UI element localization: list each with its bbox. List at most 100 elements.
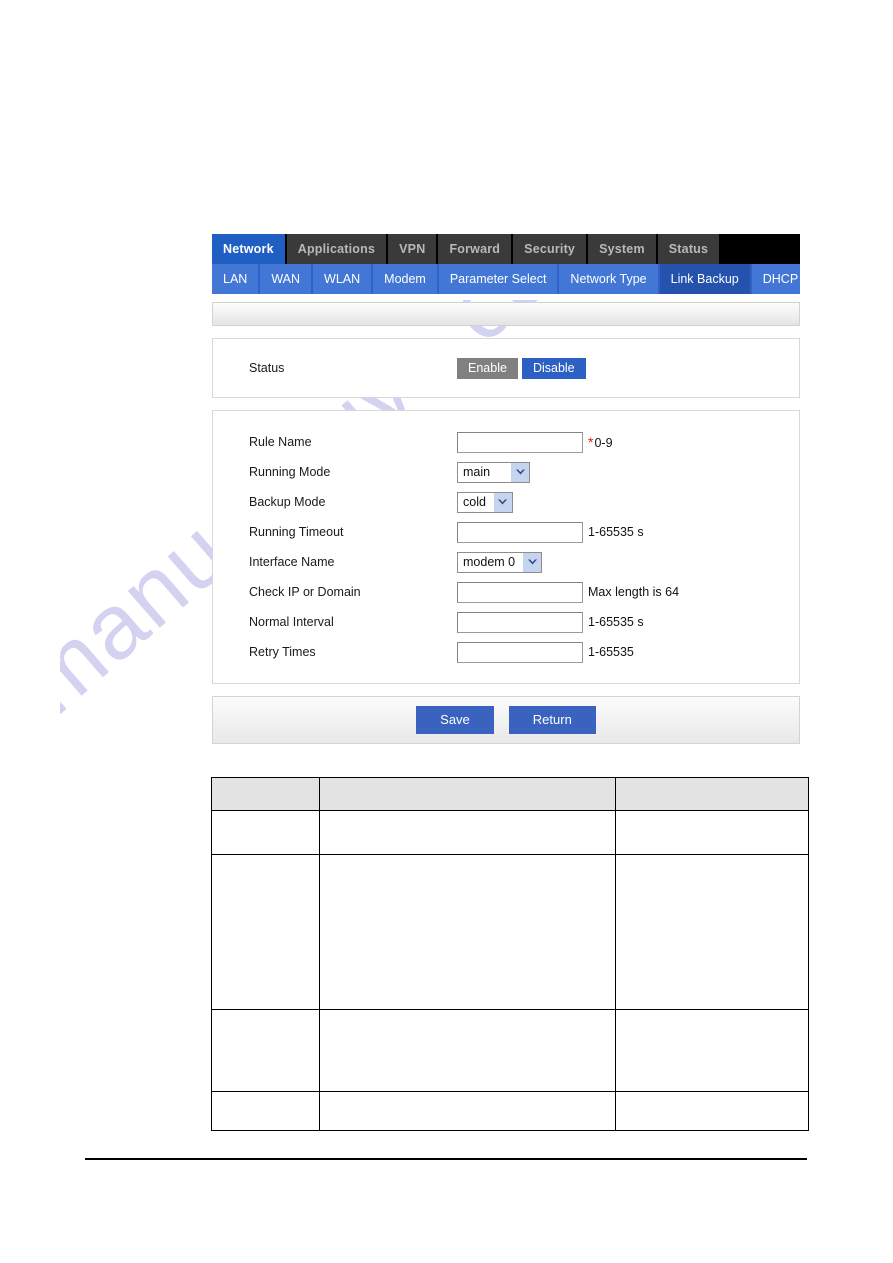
subtab-wlan-label: WLAN bbox=[324, 272, 361, 286]
subtab-network-type[interactable]: Network Type bbox=[559, 264, 660, 294]
backup-mode-label: Backup Mode bbox=[249, 495, 326, 509]
disable-button[interactable]: Disable bbox=[521, 357, 586, 379]
retry-times-row: Retry Times 1-65535 bbox=[213, 637, 799, 667]
table-row bbox=[210, 1091, 809, 1131]
rule-name-hint: *0-9 bbox=[588, 434, 613, 450]
table-header-cell-3 bbox=[615, 777, 809, 811]
table-header-cell-1 bbox=[210, 777, 321, 811]
retry-times-label: Retry Times bbox=[249, 645, 316, 659]
interface-name-label: Interface Name bbox=[249, 555, 335, 569]
backup-mode-field-wrap: cold bbox=[457, 491, 513, 513]
tab-vpn[interactable]: VPN bbox=[388, 234, 439, 264]
subtab-dhcp-server-label: DHCP Server bbox=[762, 272, 800, 286]
retry-times-hint: 1-65535 bbox=[588, 645, 634, 659]
table-cell bbox=[210, 1009, 321, 1092]
tab-status[interactable]: Status bbox=[657, 234, 722, 264]
table-cell bbox=[319, 854, 617, 1010]
status-label: Status bbox=[249, 361, 285, 375]
subtab-modem-label: Modem bbox=[384, 272, 426, 286]
link-backup-form-panel: Rule Name *0-9 Running Mode main Backup … bbox=[212, 410, 800, 684]
subtab-lan[interactable]: LAN bbox=[212, 264, 261, 294]
normal-interval-label: Normal Interval bbox=[249, 615, 334, 629]
tab-security[interactable]: Security bbox=[513, 234, 589, 264]
interface-name-field-wrap: modem 0 bbox=[457, 551, 543, 573]
subtab-wlan[interactable]: WLAN bbox=[313, 264, 374, 294]
required-asterisk: * bbox=[588, 434, 594, 450]
table-row bbox=[210, 854, 809, 1010]
chevron-down-icon bbox=[492, 492, 512, 512]
subtab-lan-label: LAN bbox=[223, 272, 248, 286]
normal-interval-hint: 1-65535 s bbox=[588, 615, 644, 629]
table-cell bbox=[210, 810, 321, 855]
table-header-row bbox=[210, 777, 809, 811]
footer-divider bbox=[85, 1158, 807, 1160]
retry-times-field-wrap: 1-65535 bbox=[457, 641, 634, 663]
interface-name-row: Interface Name modem 0 bbox=[213, 547, 799, 577]
running-timeout-field-wrap: 1-65535 s bbox=[457, 521, 644, 543]
router-web-ui: Network Applications VPN Forward Securit… bbox=[212, 234, 800, 744]
tab-forward-label: Forward bbox=[449, 242, 501, 256]
running-mode-value: main bbox=[463, 465, 491, 479]
chevron-down-icon bbox=[510, 462, 529, 482]
table-row bbox=[210, 1009, 809, 1092]
tab-network-label: Network bbox=[223, 242, 274, 256]
tab-network[interactable]: Network bbox=[212, 234, 287, 264]
subtab-wan-label: WAN bbox=[271, 272, 301, 286]
normal-interval-field-wrap: 1-65535 s bbox=[457, 611, 644, 633]
running-timeout-input[interactable] bbox=[457, 521, 583, 543]
subtab-dhcp-server[interactable]: DHCP Server bbox=[751, 264, 800, 294]
check-ip-or-domain-hint: Max length is 64 bbox=[588, 585, 680, 599]
tab-system[interactable]: System bbox=[588, 234, 658, 264]
rule-name-hint-text: 0-9 bbox=[594, 436, 613, 450]
running-timeout-hint: 1-65535 s bbox=[588, 525, 644, 539]
subtab-parameter-select-label: Parameter Select bbox=[449, 272, 547, 286]
backup-mode-value: cold bbox=[463, 495, 486, 509]
normal-interval-input[interactable] bbox=[457, 611, 583, 633]
check-ip-or-domain-input[interactable] bbox=[457, 581, 583, 603]
backup-mode-select[interactable]: cold bbox=[457, 491, 513, 513]
rule-name-row: Rule Name *0-9 bbox=[213, 427, 799, 457]
form-action-bar: Save Return bbox=[212, 696, 800, 744]
running-timeout-row: Running Timeout 1-65535 s bbox=[213, 517, 799, 547]
tab-applications[interactable]: Applications bbox=[286, 234, 389, 264]
tab-vpn-label: VPN bbox=[399, 242, 426, 256]
sub-tab-bar: LAN WAN WLAN Modem Parameter Select Netw… bbox=[212, 264, 800, 294]
status-panel: Status Enable Disable bbox=[212, 338, 800, 398]
table-cell bbox=[319, 810, 617, 855]
tab-system-label: System bbox=[599, 242, 645, 256]
retry-times-input[interactable] bbox=[457, 641, 583, 663]
subtab-modem[interactable]: Modem bbox=[373, 264, 439, 294]
tab-applications-label: Applications bbox=[297, 242, 376, 256]
status-row: Status Enable Disable bbox=[213, 353, 799, 383]
parameter-description-table bbox=[210, 777, 809, 1131]
backup-mode-row: Backup Mode cold bbox=[213, 487, 799, 517]
table-cell bbox=[319, 1091, 617, 1131]
table-cell bbox=[210, 854, 321, 1010]
table-header-cell-2 bbox=[319, 777, 617, 811]
save-button[interactable]: Save bbox=[416, 706, 494, 734]
subtab-link-backup[interactable]: Link Backup bbox=[659, 264, 752, 294]
running-mode-select[interactable]: main bbox=[457, 461, 530, 483]
check-ip-or-domain-label: Check IP or Domain bbox=[249, 585, 361, 599]
table-cell bbox=[210, 1091, 321, 1131]
interface-name-select[interactable]: modem 0 bbox=[457, 551, 543, 573]
subtab-parameter-select[interactable]: Parameter Select bbox=[438, 264, 560, 294]
normal-interval-row: Normal Interval 1-65535 s bbox=[213, 607, 799, 637]
table-cell bbox=[615, 854, 809, 1010]
table-cell bbox=[615, 1091, 809, 1131]
tab-status-label: Status bbox=[668, 242, 709, 256]
table-cell bbox=[319, 1009, 617, 1092]
running-mode-label: Running Mode bbox=[249, 465, 331, 479]
page-toolbar-strip bbox=[212, 302, 800, 326]
enable-button[interactable]: Enable bbox=[457, 357, 518, 379]
rule-name-label: Rule Name bbox=[249, 435, 312, 449]
return-button[interactable]: Return bbox=[508, 706, 596, 734]
subtab-wan[interactable]: WAN bbox=[260, 264, 314, 294]
tab-forward[interactable]: Forward bbox=[438, 234, 514, 264]
rule-name-input[interactable] bbox=[457, 431, 583, 453]
running-mode-field-wrap: main bbox=[457, 461, 530, 483]
check-ip-or-domain-row: Check IP or Domain Max length is 64 bbox=[213, 577, 799, 607]
check-ip-or-domain-field-wrap: Max length is 64 bbox=[457, 581, 680, 603]
subtab-link-backup-label: Link Backup bbox=[670, 272, 739, 286]
subtab-network-type-label: Network Type bbox=[570, 272, 647, 286]
